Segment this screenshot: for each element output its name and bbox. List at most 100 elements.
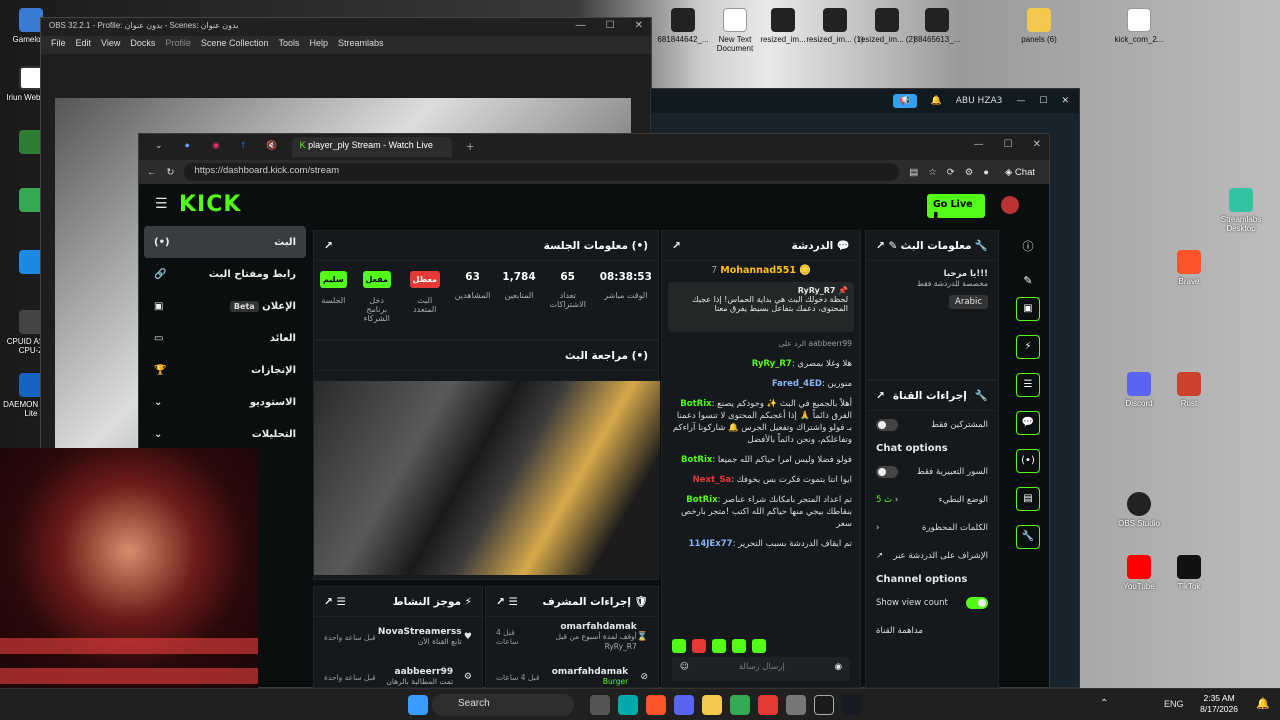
- language-indicator[interactable]: ENG: [1164, 699, 1184, 709]
- chrome-icon[interactable]: [730, 695, 750, 715]
- star-icon[interactable]: ☆: [928, 167, 937, 178]
- discord-icon[interactable]: [674, 695, 694, 715]
- subs-only-toggle[interactable]: [876, 419, 898, 431]
- browser-window[interactable]: ⌄ ● ◉ f 🔇 K player_ply Stream - Watch Li…: [138, 133, 1050, 688]
- file-explorer-icon[interactable]: [702, 695, 722, 715]
- megaphone-icon[interactable]: 📢: [893, 94, 917, 108]
- list-icon[interactable]: ☰: [1016, 373, 1040, 397]
- stream-preview-video[interactable]: [314, 381, 660, 575]
- tab-1[interactable]: ●: [177, 137, 198, 157]
- obs-icon[interactable]: [814, 695, 834, 715]
- close-icon[interactable]: ✕: [1061, 96, 1069, 106]
- stream-category[interactable]: مخصصة للدردشة فقط: [917, 279, 988, 288]
- menu-help[interactable]: Help: [309, 38, 328, 52]
- menu-tools[interactable]: Tools: [278, 38, 299, 52]
- profile-avatar[interactable]: ●: [983, 167, 989, 178]
- desktop-icon-brave[interactable]: Brave: [1158, 250, 1220, 286]
- menu-docks[interactable]: Docks: [130, 38, 155, 52]
- tab-instagram[interactable]: ◉: [204, 137, 228, 157]
- sidebar-item-stream[interactable]: (•) البث: [144, 226, 306, 258]
- close-icon[interactable]: ✕: [1033, 139, 1041, 150]
- close-icon[interactable]: ✕: [635, 20, 643, 31]
- chat-input[interactable]: ☺ إرسال رسالة ◉: [672, 657, 850, 681]
- activity-user[interactable]: NovaStreamerss: [378, 627, 462, 637]
- option-moderation[interactable]: ↗ الإشراف على الدردشة عبر: [866, 542, 998, 570]
- menu-file[interactable]: File: [51, 38, 66, 52]
- sidebar-item-stream-key[interactable]: 🔗 رابط ومفتاح البث: [144, 258, 306, 290]
- wrench-icon[interactable]: 🔧: [1016, 525, 1040, 549]
- kick-logo[interactable]: KICK: [179, 192, 241, 217]
- option-slow-mode[interactable]: 5 ث › الوضع البطيء: [866, 486, 998, 514]
- emote-icon[interactable]: [752, 639, 766, 653]
- sidebar-item-studio[interactable]: ⌄ الاستوديو: [144, 386, 306, 418]
- menu-scene-collection[interactable]: Scene Collection: [201, 38, 269, 52]
- lightning-icon[interactable]: ⚡: [1016, 335, 1040, 359]
- app-icon[interactable]: [786, 695, 806, 715]
- bell-icon[interactable]: 🔔: [931, 96, 942, 106]
- maximize-icon[interactable]: ☐: [606, 20, 615, 31]
- url-input[interactable]: https://dashboard.kick.com/stream: [184, 163, 900, 181]
- maximize-icon[interactable]: ☐: [1039, 96, 1047, 106]
- menu-view[interactable]: View: [101, 38, 120, 52]
- tab-muted[interactable]: 🔇: [258, 137, 285, 157]
- sidebar-item-analytics[interactable]: ⌄ التحليلات: [144, 418, 306, 450]
- chat-icon[interactable]: 💬: [1016, 411, 1040, 435]
- desktop-file-6[interactable]: 88465613_...: [906, 8, 968, 44]
- new-tab-button[interactable]: ＋: [458, 137, 483, 157]
- reader-icon[interactable]: ▤: [909, 167, 918, 178]
- expand-icon[interactable]: ↗ ☰: [496, 596, 518, 608]
- steam-icon[interactable]: [842, 695, 862, 715]
- streamlabs-user[interactable]: ABU HZA3: [956, 96, 1003, 106]
- emoji-icon[interactable]: ☺: [680, 662, 689, 676]
- activity-user[interactable]: aabbeerr99: [395, 667, 454, 677]
- go-live-button[interactable]: Go Live ▮: [927, 194, 985, 221]
- task-view-icon[interactable]: [590, 695, 610, 715]
- minimize-icon[interactable]: —: [1016, 96, 1025, 106]
- expand-icon[interactable]: ↗: [672, 240, 681, 252]
- minimize-icon[interactable]: —: [974, 139, 984, 150]
- emote-icon[interactable]: [732, 639, 746, 653]
- chat-username[interactable]: 114JEx77: [689, 539, 733, 549]
- menu-edit[interactable]: Edit: [76, 38, 92, 52]
- chevron-up-icon[interactable]: ⌃: [1100, 698, 1108, 709]
- taskbar-search[interactable]: Search: [432, 694, 574, 716]
- desktop-icon-rust[interactable]: Rust: [1158, 372, 1220, 408]
- top-gifter-user[interactable]: Mohannad551: [720, 265, 796, 276]
- tab-facebook[interactable]: f: [234, 137, 253, 157]
- brave-icon[interactable]: [646, 695, 666, 715]
- layout-icon[interactable]: ▤: [1016, 487, 1040, 511]
- extensions-icon[interactable]: ⟳: [947, 167, 955, 178]
- panel-toggle-button[interactable]: ▣: [1016, 297, 1040, 321]
- chat-username[interactable]: Fared_4ED: [772, 379, 822, 389]
- show-view-count-toggle[interactable]: [966, 597, 988, 609]
- windows-start-icon[interactable]: [408, 695, 428, 715]
- reload-icon[interactable]: ↻: [167, 167, 175, 178]
- menu-profile[interactable]: Profile: [165, 38, 191, 52]
- desktop-icon-streamlabs[interactable]: Streamlabs Desktop: [1210, 188, 1272, 233]
- record-icon[interactable]: ◉: [835, 662, 842, 676]
- tab-kick-stream[interactable]: K player_ply Stream - Watch Live: [291, 137, 452, 157]
- clock[interactable]: 2:35 AM 8/17/2026: [1200, 693, 1238, 715]
- mod-user[interactable]: omarfahdamak: [552, 667, 628, 677]
- expand-icon[interactable]: ↗ ✎: [876, 240, 897, 252]
- chat-username[interactable]: BotRix: [686, 495, 717, 505]
- emote-icon[interactable]: [712, 639, 726, 653]
- menu-icon[interactable]: ☰: [155, 196, 168, 212]
- pencil-icon[interactable]: ✎: [1007, 274, 1049, 287]
- expand-icon[interactable]: ↗: [876, 390, 885, 402]
- copilot-chat-button[interactable]: ◈ Chat: [999, 166, 1041, 179]
- pinned-message[interactable]: RyRy_R7 📌 لحظة دخولك البث هي بداية الحما…: [668, 282, 854, 332]
- desktop-folder-panels[interactable]: panels (6): [1008, 8, 1070, 44]
- sidebar-item-ads[interactable]: ▣ Beta الإعلان: [144, 290, 306, 322]
- user-avatar[interactable]: [1001, 196, 1019, 214]
- expand-icon[interactable]: ↗ ☰: [324, 596, 346, 608]
- chat-username[interactable]: BotRix: [680, 399, 711, 409]
- back-icon[interactable]: ←: [147, 167, 157, 178]
- notification-icon[interactable]: 🔔: [1256, 697, 1270, 710]
- pinned-user[interactable]: RyRy_R7: [798, 286, 836, 295]
- emotes-only-toggle[interactable]: [876, 466, 898, 478]
- chat-username[interactable]: Next_Sa: [693, 475, 732, 485]
- option-raid[interactable]: مداهمة القناة: [866, 617, 998, 645]
- desktop-icon-obs[interactable]: OBS Studio: [1108, 492, 1170, 528]
- maximize-icon[interactable]: ☐: [1004, 139, 1013, 150]
